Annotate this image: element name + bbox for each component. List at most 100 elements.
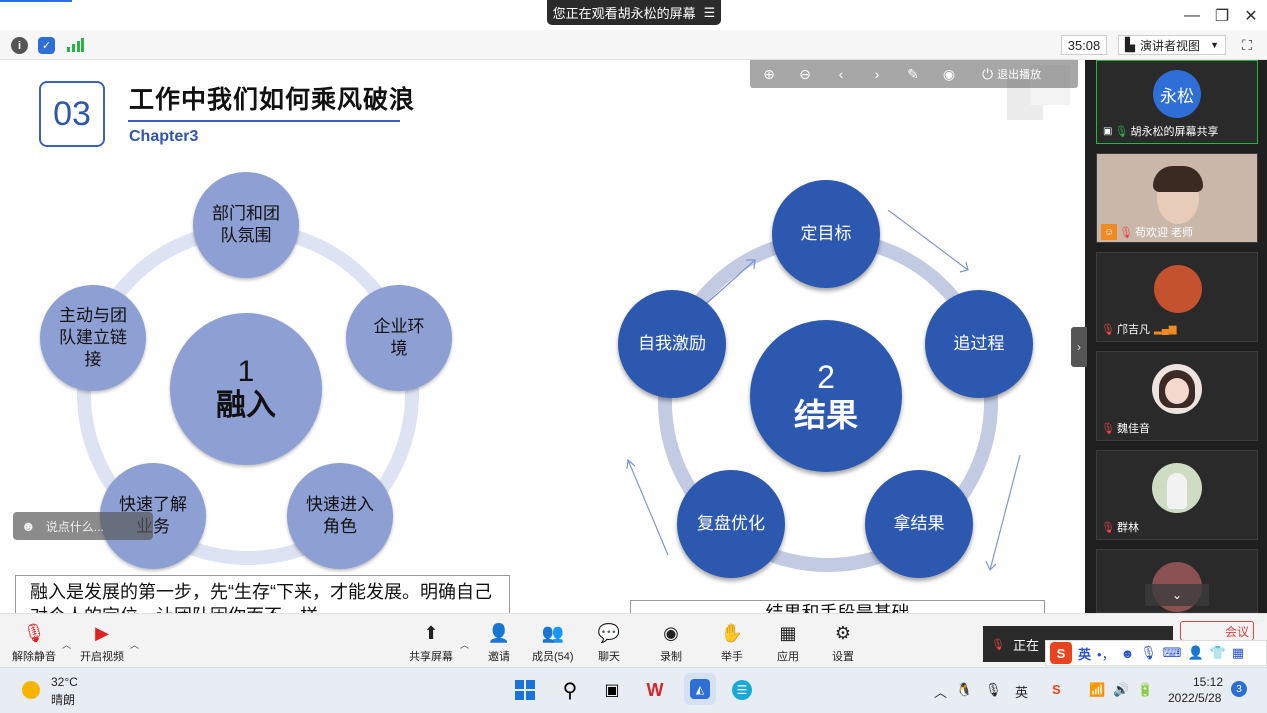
info-icon[interactable]: i [11,37,28,54]
mic-muted-icon: 🎙 [1101,521,1115,534]
members-button[interactable]: 👥 成员(54) [532,622,574,664]
chat-input[interactable]: ☻ 说点什么... [13,512,153,540]
clock-time[interactable]: 15:12 [1193,675,1223,689]
participant-name: 苟欢迎 老师 [1135,227,1194,239]
chevron-up-icon[interactable]: ︿ [460,638,469,651]
sogou-tray-icon[interactable]: S [1052,682,1061,697]
chevron-up-icon[interactable]: ︿ [62,638,71,651]
minimize-button[interactable]: — [1182,6,1202,26]
right-node: 追过程 [925,290,1033,398]
participant-tile[interactable]: ⌄ [1096,549,1258,613]
zoom-out-icon[interactable]: ⊖ [794,63,816,85]
emoji-icon[interactable]: ☻ [1121,646,1135,661]
sogou-icon[interactable]: S [1050,642,1072,664]
chevron-down-icon[interactable]: ⌄ [1145,584,1209,606]
unmute-button[interactable]: 🎙 解除静音 [12,622,56,664]
sun-icon[interactable] [22,681,40,699]
invite-button[interactable]: 👤 邀请 [487,622,511,664]
close-button[interactable]: ✕ [1241,6,1261,26]
user-icon[interactable]: 👤 [1188,645,1204,661]
voice-icon[interactable]: 🎙 [1140,645,1157,661]
record-button[interactable]: ◉ 录制 [659,622,683,664]
mic-icon[interactable]: 🎙 [985,682,1002,698]
search-icon[interactable]: ⚲ [557,677,583,703]
record-dot-icon[interactable]: ◉ [938,63,960,85]
layout-icon: ▙ [1125,37,1135,52]
members-label: 成员(54) [532,651,574,663]
share-screen-button[interactable]: ⬆ 共享屏幕 [409,622,453,664]
view-mode-select[interactable]: ▙ 演讲者视图 ▼ [1118,35,1226,55]
shared-slide: 03 工作中我们如何乘风破浪 Chapter3 1 融入 部门和团队氛围 企业环… [0,60,1085,613]
left-node: 快速进入角色 [287,463,393,569]
emoji-icon[interactable]: ☻ [21,518,36,534]
apps-label: 应用 [777,651,799,663]
left-center-label: 融入 [216,389,276,422]
camera-off-icon: ▶ [95,622,109,643]
app-icon[interactable]: ☰ [729,677,755,703]
chevron-up-icon[interactable]: ︿ [934,682,947,701]
unmute-label: 解除静音 [12,651,56,663]
keyboard-icon[interactable]: ⌨ [1163,645,1182,661]
viewing-banner[interactable]: 您正在观看胡永松的屏幕 ☰ [547,0,721,25]
ime-lang-indicator[interactable]: 英 [1015,682,1028,701]
next-icon[interactable]: › [866,63,888,85]
participant-name: 胡永松的屏幕共享 [1130,126,1219,138]
skin-icon[interactable]: 👕 [1210,645,1226,661]
video-feed-hair [1153,166,1203,192]
restore-button[interactable]: ❐ [1212,6,1232,26]
right-node: 自我激励 [618,290,726,398]
left-cycle-center: 1 融入 [170,313,322,465]
raise-hand-button[interactable]: ✋ 举手 [720,622,744,664]
mic-muted-icon: 🎙 [22,622,46,643]
ime-punct-toggle[interactable]: •， [1097,644,1115,663]
apps-grid-icon: ▦ [779,622,797,643]
meeting-app-icon[interactable]: ◭ [684,673,716,705]
start-video-button[interactable]: ▶ 开启视频 [80,622,124,664]
previous-icon[interactable]: ‹ [830,63,852,85]
windows-start-icon[interactable] [512,677,538,703]
share-screen-icon: ⬆ [423,622,439,643]
notification-badge[interactable]: 3 [1231,681,1247,697]
qq-icon[interactable]: 🐧 [956,682,972,698]
chapter-subtitle: Chapter3 [129,128,199,145]
grid-icon[interactable]: ▦ [1232,645,1244,661]
chevron-right-icon[interactable]: › [1071,327,1087,367]
weather-temperature[interactable]: 32°C [51,675,78,689]
ime-lang-toggle[interactable]: 英 [1078,644,1091,663]
wps-icon[interactable]: W [642,677,668,703]
chat-placeholder: 说点什么... [45,519,104,534]
participant-tile[interactable]: 🎙 群林 [1096,450,1258,540]
chevron-up-icon[interactable]: ︿ [130,638,139,651]
exit-slideshow-label: 退出播放 [997,69,1042,81]
record-icon: ◉ [663,622,679,643]
apps-button[interactable]: ▦ 应用 [776,622,800,664]
left-node: 部门和团队氛围 [193,172,299,278]
speaker-icon[interactable]: 🔊 [1113,682,1129,698]
participant-tile[interactable]: 🎙 魏佳音 [1096,351,1258,441]
share-screen-label: 共享屏幕 [409,651,453,663]
ime-toolbar: S 英 •， ☻ 🎙 ⌨ 👤 👕 ▦ [1045,640,1267,666]
task-view-icon[interactable]: ▣ [599,677,625,703]
fullscreen-icon[interactable]: ⛶ [1238,36,1256,54]
signal-icon[interactable] [66,38,84,52]
list-icon[interactable]: ☰ [704,5,716,21]
clock-date[interactable]: 2022/5/28 [1168,691,1221,705]
battery-icon[interactable]: 🔋 [1137,682,1153,698]
leave-meeting-button[interactable]: 会议 [1180,621,1254,641]
settings-button[interactable]: ⚙ 设置 [831,622,855,664]
shield-icon[interactable]: ✓ [38,37,55,54]
participant-tile[interactable]: 🎙 邝吉凡 ▂▄▆ [1096,252,1258,342]
weather-description[interactable]: 晴朗 [51,691,75,708]
chat-button[interactable]: 💬 聊天 [597,622,621,664]
chevron-down-icon: ▼ [1210,40,1219,50]
zoom-in-icon[interactable]: ⊕ [758,63,780,85]
participant-tile[interactable]: 永松 ▣ 🎙 胡永松的屏幕共享 [1096,60,1258,144]
view-mode-label: 演讲者视图 [1140,38,1201,53]
pen-icon[interactable]: ✎ [902,63,924,85]
wifi-icon[interactable]: 📶 [1089,682,1105,698]
right-node: 定目标 [772,180,880,288]
mic-muted-icon: 🎙 [1101,422,1115,435]
participant-tile[interactable]: ☺ 🎙 苟欢迎 老师 [1096,153,1258,243]
add-user-icon: 👤 [487,622,511,643]
exit-slideshow-button[interactable]: ⏻ 退出播放 [982,66,1041,83]
